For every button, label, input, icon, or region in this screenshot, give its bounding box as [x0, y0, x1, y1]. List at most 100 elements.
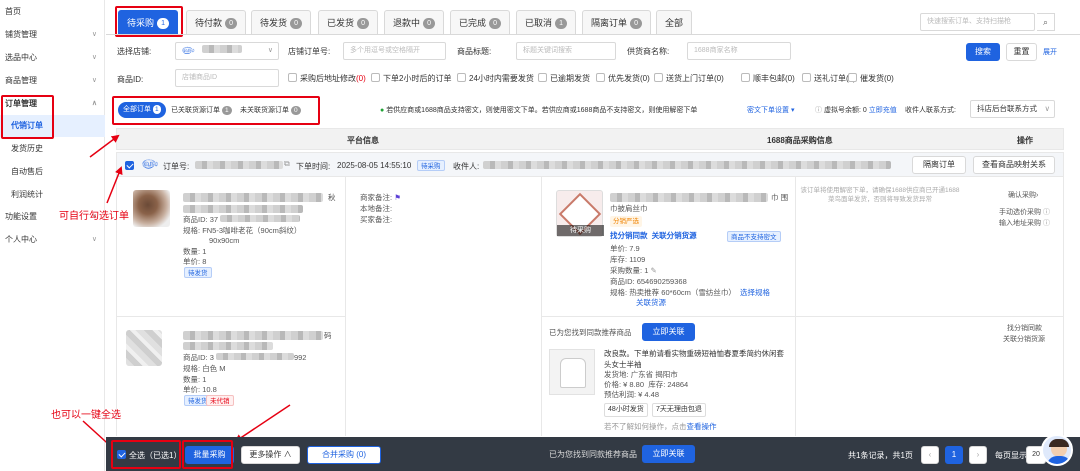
tab-refunding[interactable]: 退款中 0: [384, 10, 445, 34]
chevron-down-icon: ∨: [91, 54, 97, 61]
checkbox[interactable]: [457, 73, 466, 82]
product-image[interactable]: [126, 330, 162, 366]
sidebar-item-profile[interactable]: 个人中心 ∨: [0, 229, 105, 251]
help-text: 若不了解如何操作，点击: [604, 422, 687, 431]
filter-check-priority[interactable]: 优先发货(0): [596, 73, 650, 84]
order-checkbox[interactable]: [125, 161, 134, 170]
header-platform-info: 平台信息: [347, 136, 379, 145]
relate-source-link-2[interactable]: 关联货源: [636, 298, 666, 307]
find-similar-link[interactable]: 找分销同款: [610, 231, 648, 240]
chevron-down-icon: ∨: [267, 47, 273, 54]
help-icon[interactable]: ⓘ: [1043, 220, 1050, 227]
store-name-redacted: [202, 45, 243, 53]
copy-icon[interactable]: ⧉: [284, 159, 290, 169]
merge-purchase-button[interactable]: 合并采购 (0): [307, 446, 381, 464]
filter-check-24h[interactable]: 24小时内需要发货: [457, 73, 534, 84]
recommend-image[interactable]: [549, 349, 595, 395]
filter-check-overdue[interactable]: 已逾期发货: [538, 73, 590, 84]
annotation-select-all: 也可以一键全选: [51, 410, 121, 421]
next-page-icon[interactable]: ›: [969, 446, 987, 464]
product-title-tail: 秋: [328, 193, 336, 202]
checkbox[interactable]: [654, 73, 663, 82]
cipher-setting-link[interactable]: 密文下单设置 ▾: [747, 105, 794, 115]
edit-icon[interactable]: ✎: [650, 266, 656, 275]
recharge-link[interactable]: 立即充值: [869, 107, 897, 114]
filter-check-address-change[interactable]: 采购后地址修改(0): [288, 73, 366, 84]
view-operation-link[interactable]: 查看操作: [687, 422, 717, 431]
tab-label: 待付款: [195, 18, 223, 28]
search-button[interactable]: 搜索: [966, 43, 1000, 61]
reset-button[interactable]: 重置: [1006, 43, 1037, 61]
search-icon[interactable]: ⌕: [1037, 13, 1055, 31]
isolate-order-button[interactable]: 隔离订单: [912, 156, 966, 174]
quick-search-input[interactable]: 快速搜索订单、支持扫描枪: [920, 13, 1035, 31]
checkbox[interactable]: [596, 73, 605, 82]
header-actions: 操作: [1017, 136, 1033, 145]
check-label: 下单2小时后的订单: [383, 74, 452, 83]
bottom-bar: 全选（已选1） 批量采购 更多操作 ∧ 合并采购 (0) 已为您找到同款推荐商品…: [106, 437, 1080, 471]
tab-cancelled[interactable]: 已取消 1: [516, 10, 577, 34]
recommend-title[interactable]: 改良款。下单前请看实物重磅短袖恤春夏季简约休闲套头女士半袖: [604, 348, 790, 370]
filter-check-urge[interactable]: 催发货(0): [848, 73, 894, 84]
relate-source-action[interactable]: 关联分销货源: [1003, 334, 1045, 345]
checkbox[interactable]: [848, 73, 857, 82]
view-mapping-button[interactable]: 查看商品映射关系: [973, 156, 1055, 174]
filter-check-sf-free[interactable]: 顺丰包邮(0): [741, 73, 795, 84]
flag-icon[interactable]: ⚑: [394, 193, 401, 202]
checkbox[interactable]: [741, 73, 750, 82]
more-actions-button[interactable]: 更多操作 ∧: [241, 446, 300, 464]
checkbox[interactable]: [538, 73, 547, 82]
find-similar-action[interactable]: 找分销同款: [1007, 323, 1042, 334]
relate-now-button[interactable]: 立即关联: [642, 445, 695, 463]
sidebar-item-ship-history[interactable]: 发货历史: [0, 138, 105, 160]
product-title-redacted: [183, 193, 323, 202]
pid-input[interactable]: 店铺商品ID: [175, 69, 279, 87]
choose-spec-link[interactable]: 选择规格: [740, 288, 770, 297]
address-purchase-link[interactable]: 输入地址采购: [999, 220, 1041, 227]
tab-count: 0: [630, 18, 643, 29]
pid-suffix: 992: [293, 353, 307, 362]
tab-pending-shipment[interactable]: 待发货 0: [251, 10, 312, 34]
relate-now-button[interactable]: 立即关联: [642, 323, 695, 341]
sidebar-item-selection[interactable]: 选品中心 ∨: [0, 47, 105, 69]
tab-all[interactable]: 全部: [656, 10, 693, 34]
sidebar-item-listing[interactable]: 铺货管理 ∨: [0, 24, 105, 46]
confirm-purchase-link[interactable]: 确认采购›: [1008, 190, 1038, 201]
tab-pending-payment[interactable]: 待付款 0: [186, 10, 247, 34]
store-order-input[interactable]: 多个用逗号或空格隔开: [343, 42, 446, 60]
product-image[interactable]: [133, 190, 170, 227]
source-product-image[interactable]: 待采购: [556, 190, 604, 237]
sidebar-item-products[interactable]: 商品管理 ∨: [0, 70, 105, 92]
sidebar-item-home[interactable]: 首页: [0, 1, 105, 23]
src-price-label: 单价:: [610, 244, 628, 253]
tab-isolated[interactable]: 隔离订单 0: [582, 10, 652, 34]
supplier-input[interactable]: 1688商家名称: [687, 42, 791, 60]
sidebar-item-auto-aftersale[interactable]: 自动售后: [0, 161, 105, 183]
sidebar-item-profit[interactable]: 利润统计: [0, 184, 105, 206]
source-tag: 分销严选: [610, 216, 642, 227]
order-time-label: 下单时间:: [296, 162, 331, 171]
tab-shipped[interactable]: 已发货 0: [318, 10, 379, 34]
prev-page-icon[interactable]: ‹: [921, 446, 939, 464]
expand-link[interactable]: 展开: [1043, 47, 1057, 57]
page-1-button[interactable]: 1: [945, 446, 963, 464]
title-input[interactable]: 标题关键词搜索: [516, 42, 616, 60]
filter-check-2h[interactable]: 下单2小时后的订单: [371, 73, 451, 84]
checkbox[interactable]: [802, 73, 811, 82]
manual-purchase-link[interactable]: 手动选价采购: [999, 209, 1041, 216]
tab-completed[interactable]: 已完成 0: [450, 10, 511, 34]
checkbox[interactable]: [371, 73, 380, 82]
product-title-redacted: [183, 205, 303, 213]
help-icon[interactable]: ⓘ: [1043, 209, 1050, 216]
highlight-box-tab: [115, 6, 183, 37]
qty-value: 1: [202, 375, 207, 384]
filter-check-door-delivery[interactable]: 送货上门订单(0): [654, 73, 724, 84]
qty-value: 1: [202, 247, 207, 256]
checkbox[interactable]: [288, 73, 297, 82]
customer-service-avatar[interactable]: [1041, 434, 1073, 466]
contact-select[interactable]: 抖店后台联系方式 ∨: [970, 100, 1055, 118]
contact-label: 收件人联系方式:: [905, 107, 956, 114]
supplier-label: 供货商名称:: [627, 47, 670, 56]
store-select[interactable]: ௵ ∨: [175, 42, 279, 60]
relate-source-link[interactable]: 关联分销货源: [652, 231, 697, 240]
